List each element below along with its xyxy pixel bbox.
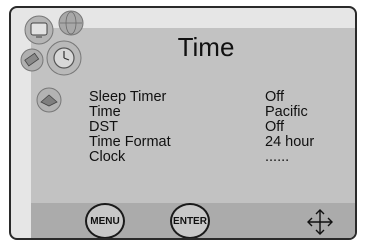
setting-clock[interactable]: Clock ...... bbox=[89, 150, 345, 165]
setting-value: Off bbox=[265, 119, 285, 135]
setting-dst[interactable]: DST Off bbox=[89, 120, 345, 135]
osd-frame: Time Sleep Timer Off Time Pacific DST Of… bbox=[9, 6, 357, 240]
setting-value: 24 hour bbox=[265, 134, 315, 150]
clock-icon bbox=[46, 40, 82, 76]
menu-icon-cluster bbox=[20, 10, 84, 113]
setting-label: Clock bbox=[89, 149, 126, 165]
setting-label: DST bbox=[89, 119, 118, 135]
setting-value: Pacific bbox=[265, 104, 308, 120]
setting-label: Time Format bbox=[89, 134, 171, 150]
setting-time-format[interactable]: Time Format 24 hour bbox=[89, 135, 345, 150]
settings-icon bbox=[36, 87, 62, 113]
button-bar: MENU ENTER bbox=[31, 203, 355, 238]
settings-list: Sleep Timer Off Time Pacific DST Off Tim… bbox=[89, 90, 345, 165]
satellite-icon bbox=[20, 48, 44, 72]
globe-icon bbox=[58, 10, 84, 36]
menu-button[interactable]: MENU bbox=[85, 203, 125, 238]
move-icon[interactable] bbox=[305, 207, 335, 237]
setting-label: Time bbox=[89, 104, 121, 120]
enter-button[interactable]: ENTER bbox=[170, 203, 210, 238]
tv-icon bbox=[24, 15, 54, 45]
setting-sleep-timer[interactable]: Sleep Timer Off bbox=[89, 90, 345, 105]
setting-value: Off bbox=[265, 89, 285, 105]
setting-label: Sleep Timer bbox=[89, 89, 167, 105]
setting-value: ...... bbox=[265, 149, 290, 165]
setting-time[interactable]: Time Pacific bbox=[89, 105, 345, 120]
